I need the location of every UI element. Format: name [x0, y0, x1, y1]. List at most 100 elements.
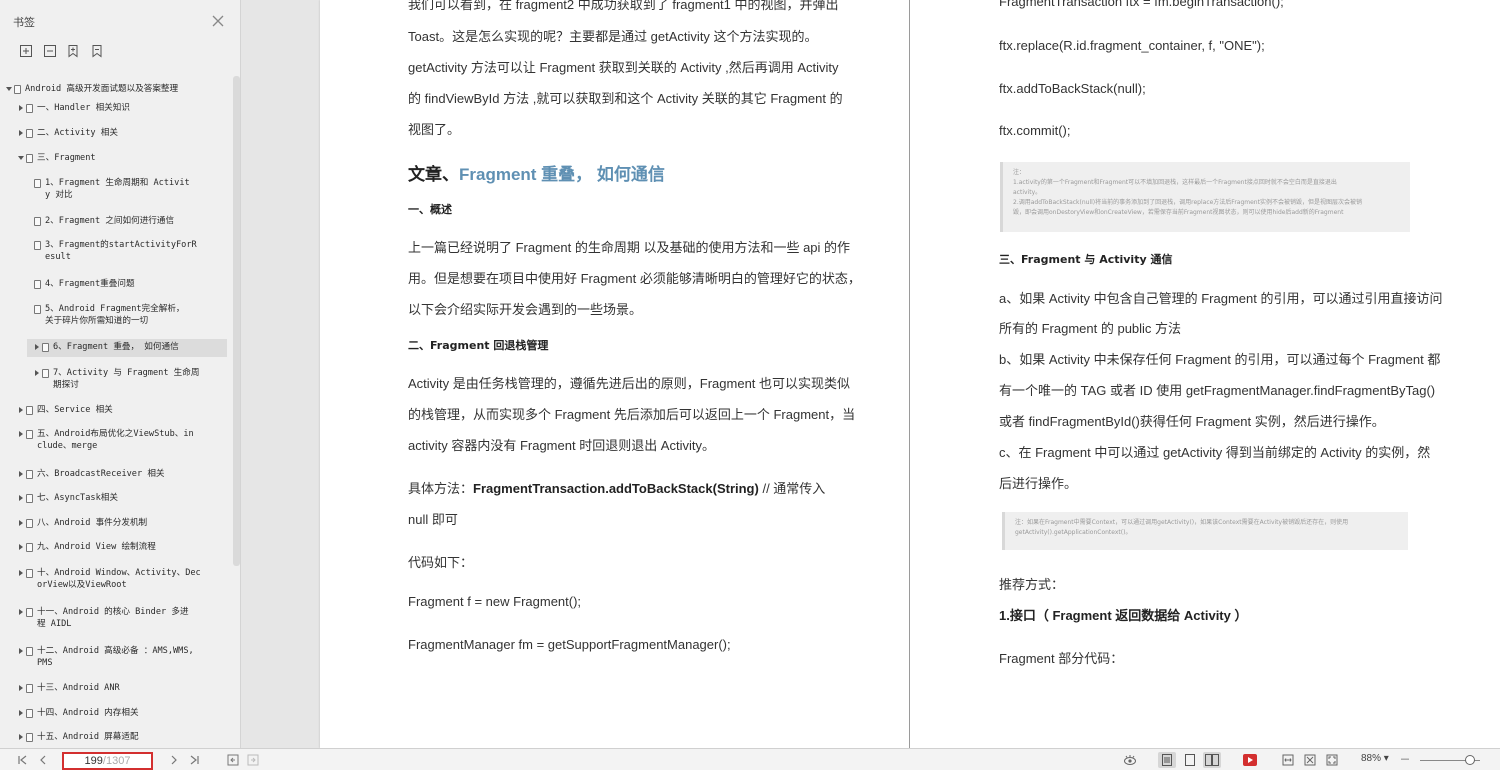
bookmark-item[interactable]: 十一、Android 的核心 Binder 多进程 AIDL	[17, 607, 232, 630]
bookmark-panel-title: 书签	[13, 16, 35, 29]
bookmark-item[interactable]: 五、Android布局优化之ViewStub、in clude、merge	[17, 429, 232, 452]
expand-arrow-icon[interactable]	[17, 103, 25, 114]
paragraph: 视图了。	[408, 122, 461, 137]
go-back-icon[interactable]	[227, 754, 239, 766]
go-forward-icon[interactable]	[247, 754, 259, 766]
expand-arrow-icon[interactable]	[17, 542, 25, 553]
add-bookmark-icon[interactable]	[66, 44, 80, 58]
bookmark-item[interactable]: 十五、Android 屏幕适配	[17, 732, 232, 744]
note-line: 2.调用addToBackStack(null)将当前的事务添加到了回退栈，调用…	[1013, 199, 1362, 206]
expand-arrow-icon[interactable]	[17, 128, 25, 139]
paragraph: 代码如下：	[408, 555, 474, 570]
page-number-field[interactable]: 199/1307	[62, 752, 153, 770]
bookmark-item[interactable]: 八、Android 事件分发机制	[17, 518, 232, 530]
subheading: 一、概述	[408, 203, 452, 216]
zoom-slider-handle[interactable]	[1465, 755, 1475, 765]
expand-arrow-icon[interactable]	[17, 469, 25, 480]
close-icon[interactable]	[212, 15, 224, 27]
bookmark-label: 2、Fragment 之间如何进行通信	[45, 216, 175, 226]
note-line: 1.activity的第一个Fragment和Fragment可以不填加回退栈，…	[1013, 179, 1337, 186]
collapse-arrow-icon[interactable]	[5, 84, 13, 95]
bookmark-label-line: esult	[45, 251, 71, 262]
bookmark-icon	[26, 430, 33, 439]
paragraph: getActivity 方法可以让 Fragment 获取到关联的 Activi…	[408, 60, 839, 75]
bookmark-icon	[26, 733, 33, 742]
two-page-icon	[1205, 754, 1219, 766]
expand-arrow-icon[interactable]	[17, 429, 25, 440]
zoom-level[interactable]: 88% ▾	[1361, 753, 1389, 764]
bookmark-item[interactable]: Android 高级开发面试题以及答案整理	[5, 84, 232, 96]
bookmark-item[interactable]: 六、BroadcastReceiver 相关	[17, 469, 232, 481]
zoom-out-button[interactable]: －	[1399, 754, 1411, 766]
expand-arrow-icon[interactable]	[33, 368, 41, 379]
bookmark-label: 五、Android布局优化之ViewStub、in clude、merge	[37, 429, 194, 452]
expand-arrow-icon[interactable]	[17, 708, 25, 719]
fit-width-icon[interactable]	[1282, 754, 1294, 766]
expand-arrow-icon[interactable]	[17, 607, 25, 618]
actual-size-icon[interactable]	[1326, 754, 1338, 766]
bookmark-item[interactable]: 2、Fragment 之间如何进行通信	[33, 216, 232, 228]
single-page-icon	[1162, 754, 1172, 766]
collapse-all-icon[interactable]	[43, 44, 57, 58]
bookmark-item[interactable]: 3、Fragment的startActivityForR esult	[33, 240, 232, 263]
continuous-view-button[interactable]	[1181, 752, 1199, 768]
bookmark-icon	[26, 647, 33, 656]
bookmark-item[interactable]: 三、Fragment	[17, 153, 232, 165]
bookmark-label: 十四、Android 内存相关	[37, 708, 139, 718]
bookmark-item[interactable]: 九、Android View 绘制流程	[17, 542, 232, 554]
bookmark-item[interactable]: 十二、Android 高级必备 ：AMS,WMS, PMS	[17, 646, 232, 669]
next-page-icon[interactable]	[168, 754, 180, 766]
bookmark-item[interactable]: 7、Activity 与 Fragment 生命周 期探讨	[33, 368, 232, 391]
prev-page-icon[interactable]	[37, 754, 49, 766]
bookmark-item[interactable]: 1、Fragment 生命周期和 Activit y 对比	[33, 178, 232, 201]
bookmark-item[interactable]: 一、Handler 相关知识	[17, 103, 232, 115]
paragraph: null 即可	[408, 512, 458, 527]
expand-arrow-icon[interactable]	[17, 732, 25, 743]
two-page-view-button[interactable]	[1203, 752, 1221, 768]
fit-page-icon[interactable]	[1304, 754, 1316, 766]
bookmark-item[interactable]: 四、Service 相关	[17, 405, 232, 417]
expand-arrow-icon[interactable]	[17, 646, 25, 657]
play-icon[interactable]	[1243, 754, 1257, 766]
bookmark-item[interactable]: 5、Android Fragment完全解析， 关于碎片你所需知道的一切	[33, 304, 232, 327]
eye-protection-icon[interactable]	[1123, 754, 1137, 766]
single-page-view-button[interactable]	[1158, 752, 1176, 768]
expand-arrow-icon[interactable]	[17, 518, 25, 529]
bookmark-label: 十三、Android ANR	[37, 683, 120, 693]
delete-bookmark-icon[interactable]	[90, 44, 104, 58]
note-line: activity。	[1013, 189, 1042, 196]
bookmark-label: 4、Fragment重叠问题	[45, 279, 135, 289]
bookmark-item[interactable]: 十四、Android 内存相关	[17, 708, 232, 720]
method-label: 具体方法：	[408, 481, 474, 496]
method-comment: // 通常传入	[758, 481, 826, 496]
bookmark-label: 九、Android View 绘制流程	[37, 542, 156, 552]
expand-arrow-icon[interactable]	[17, 568, 25, 579]
expand-all-icon[interactable]	[19, 44, 33, 58]
expand-arrow-icon[interactable]	[17, 405, 25, 416]
bookmark-item[interactable]: 6、Fragment 重叠， 如何通信	[27, 339, 227, 357]
subheading: 三、Fragment 与 Activity 通信	[999, 253, 1173, 266]
first-page-icon[interactable]	[16, 754, 28, 766]
bookmark-item[interactable]: 4、Fragment重叠问题	[33, 279, 232, 291]
bookmark-icon	[26, 569, 33, 578]
bookmark-item[interactable]: 二、Activity 相关	[17, 128, 232, 140]
paragraph: 1.接口（ Fragment 返回数据给 Activity ）	[999, 608, 1248, 623]
bookmark-icon	[26, 494, 33, 503]
bookmark-tree: Android 高级开发面试题以及答案整理一、Handler 相关知识 二、Act…	[0, 74, 232, 748]
bookmark-label: 3、Fragment的startActivityForR esult	[45, 240, 197, 263]
code-line: FragmentTransaction ftx = fm.beginTransa…	[999, 0, 1284, 9]
last-page-icon[interactable]	[189, 754, 201, 766]
expand-arrow-icon[interactable]	[33, 342, 41, 353]
bookmark-item[interactable]: 七、AsyncTask相关	[17, 493, 232, 505]
expand-arrow-icon[interactable]	[17, 683, 25, 694]
bookmark-icon	[26, 608, 33, 617]
bookmark-icon	[26, 543, 33, 552]
bookmark-icon	[42, 343, 49, 352]
expand-arrow-icon[interactable]	[17, 493, 25, 504]
bookmark-item[interactable]: 十三、Android ANR	[17, 683, 232, 695]
collapse-arrow-icon[interactable]	[17, 153, 25, 164]
bookmark-scrollbar[interactable]	[233, 76, 240, 566]
zoom-value: 88%	[1361, 753, 1382, 764]
bookmark-item[interactable]: 十、Android Window、Activity、Dec orView以及Vie…	[17, 568, 232, 591]
paragraph: Fragment 部分代码：	[999, 651, 1124, 666]
